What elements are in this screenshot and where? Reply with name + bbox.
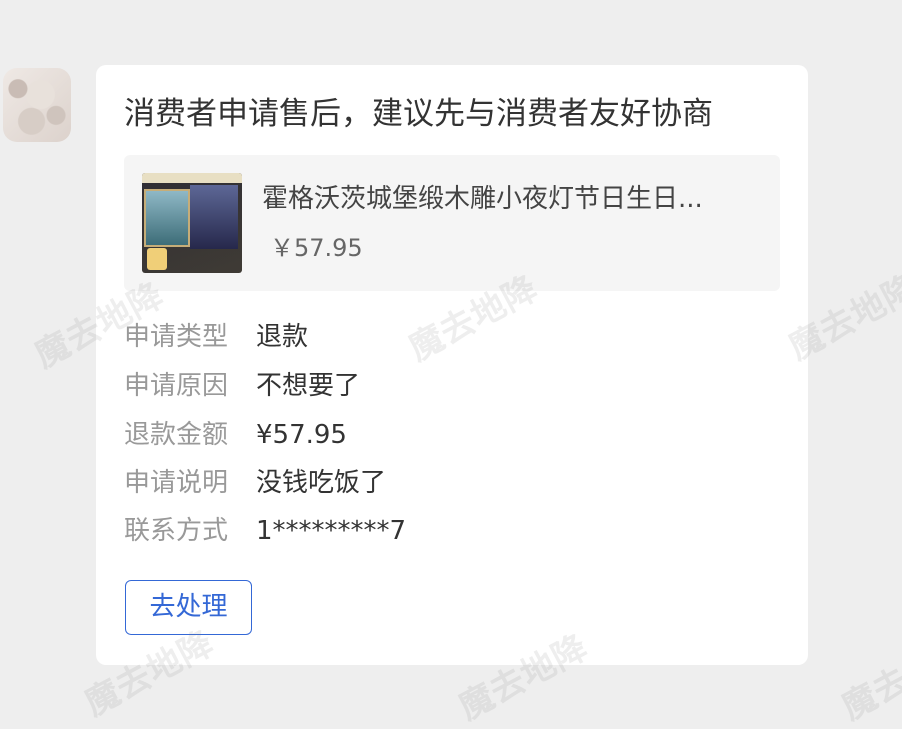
thumbnail-lamp [147,248,167,270]
detail-row-refund-amount: 退款金额 ¥57.95 [124,417,744,453]
product-name: 霍格沃茨城堡缎木雕小夜灯节日生日... [262,184,703,214]
process-button[interactable]: 去处理 [125,580,252,635]
detail-label: 申请说明 [124,468,229,498]
detail-label: 联系方式 [124,516,229,546]
product-price: ￥57.95 [270,234,363,262]
thumbnail-panel-left [144,189,190,247]
product-thumbnail [142,173,242,273]
detail-row-request-note: 申请说明 没钱吃饭了 [124,465,744,501]
avatar[interactable] [3,68,71,142]
detail-value: ¥57.95 [256,420,347,450]
detail-value: 不想要了 [256,371,361,401]
detail-value: 没钱吃饭了 [256,468,387,498]
card-title: 消费者申请售后，建议先与消费者友好协商 [124,96,713,132]
aftersale-card: 消费者申请售后，建议先与消费者友好协商 霍格沃茨城堡缎木雕小夜灯节日生日... … [96,65,808,665]
detail-label: 退款金额 [124,420,229,450]
detail-row-contact: 联系方式 1*********7 [124,513,744,549]
detail-value: 退款 [256,322,309,352]
product-item[interactable]: 霍格沃茨城堡缎木雕小夜灯节日生日... ￥57.95 [124,155,780,291]
detail-label: 申请类型 [124,322,229,352]
detail-label: 申请原因 [124,371,229,401]
watermark: 魔去地降 [835,627,902,729]
detail-value: 1*********7 [256,516,407,546]
thumbnail-header-band [142,173,242,183]
detail-row-request-type: 申请类型 退款 [124,319,744,355]
detail-row-request-reason: 申请原因 不想要了 [124,368,744,404]
thumbnail-panel-right [190,185,238,249]
